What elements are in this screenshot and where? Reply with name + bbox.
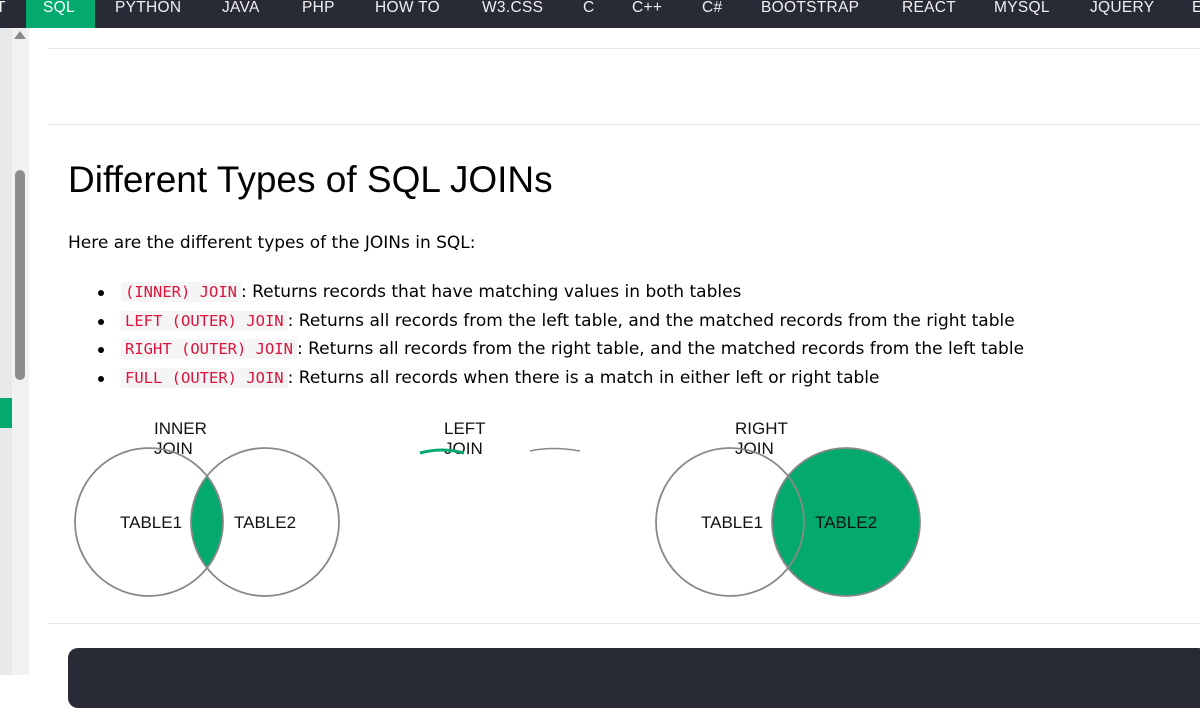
nav-item-react[interactable]: REACT xyxy=(902,0,956,28)
join-description: : Returns all records from the left tabl… xyxy=(287,310,1015,331)
nav-item-php[interactable]: PHP xyxy=(302,0,335,28)
nav-item-how-to[interactable]: HOW TO xyxy=(375,0,440,28)
table2-label: TABLE2 xyxy=(815,513,877,532)
code-inner-join: (INNER) JOIN xyxy=(121,282,241,302)
left-join-arc-green xyxy=(419,448,465,455)
scrollbar-thumb[interactable] xyxy=(15,170,25,380)
nav-item-mysql[interactable]: MYSQL xyxy=(994,0,1050,28)
nav-item-c[interactable]: C xyxy=(583,0,595,28)
code-left-join: LEFT (OUTER) JOIN xyxy=(121,310,288,331)
nav-item-python[interactable]: PYTHON xyxy=(115,0,181,28)
inner-join-venn: TABLE1 TABLE2 xyxy=(74,447,340,597)
nav-item-bootstrap[interactable]: BOOTSTRAP xyxy=(761,0,859,28)
left-join-arc-grey xyxy=(529,447,581,452)
scroll-up-arrow-icon[interactable] xyxy=(14,31,26,39)
table2-label: TABLE2 xyxy=(234,513,296,532)
code-example-box xyxy=(68,648,1200,708)
left-join-venn-partial xyxy=(419,447,581,455)
sidebar-active-marker[interactable] xyxy=(0,398,12,428)
intro-text: Here are the different types of the JOIN… xyxy=(68,233,476,253)
divider xyxy=(48,48,1200,49)
left-sidebar xyxy=(0,28,12,675)
code-full-join: FULL (OUTER) JOIN xyxy=(121,367,288,388)
nav-item-t[interactable]: T xyxy=(0,0,6,28)
join-description: : Returns all records when there is a ma… xyxy=(287,367,880,388)
join-types-list: (INNER) JOIN: Returns records that have … xyxy=(96,279,1024,393)
list-item: FULL (OUTER) JOIN: Returns all records w… xyxy=(96,365,1024,394)
nav-item-java[interactable]: JAVA xyxy=(222,0,260,28)
nav-item-jquery[interactable]: JQUERY xyxy=(1090,0,1154,28)
divider xyxy=(48,124,1200,125)
list-item: LEFT (OUTER) JOIN: Returns all records f… xyxy=(96,308,1024,337)
nav-item-e[interactable]: E xyxy=(1192,0,1200,28)
right-join-venn: TABLE1 TABLE2 xyxy=(655,447,921,597)
top-nav: T SQL PYTHON JAVA PHP HOW TO W3.CSS C C+… xyxy=(0,0,1200,28)
join-description: : Returns records that have matching val… xyxy=(240,282,742,302)
code-right-join: RIGHT (OUTER) JOIN xyxy=(121,339,297,360)
divider xyxy=(48,623,1200,624)
list-item: RIGHT (OUTER) JOIN: Returns all records … xyxy=(96,336,1024,365)
nav-item-cpp[interactable]: C++ xyxy=(632,0,662,28)
join-description: : Returns all records from the right tab… xyxy=(296,339,1025,360)
nav-item-w3css[interactable]: W3.CSS xyxy=(482,0,543,28)
table1-label: TABLE1 xyxy=(701,513,763,532)
table1-label: TABLE1 xyxy=(120,513,182,532)
list-item: (INNER) JOIN: Returns records that have … xyxy=(96,279,1024,308)
nav-item-csharp[interactable]: C# xyxy=(702,0,722,28)
nav-item-sql[interactable]: SQL xyxy=(26,0,95,28)
page-title: Different Types of SQL JOINs xyxy=(68,159,553,200)
